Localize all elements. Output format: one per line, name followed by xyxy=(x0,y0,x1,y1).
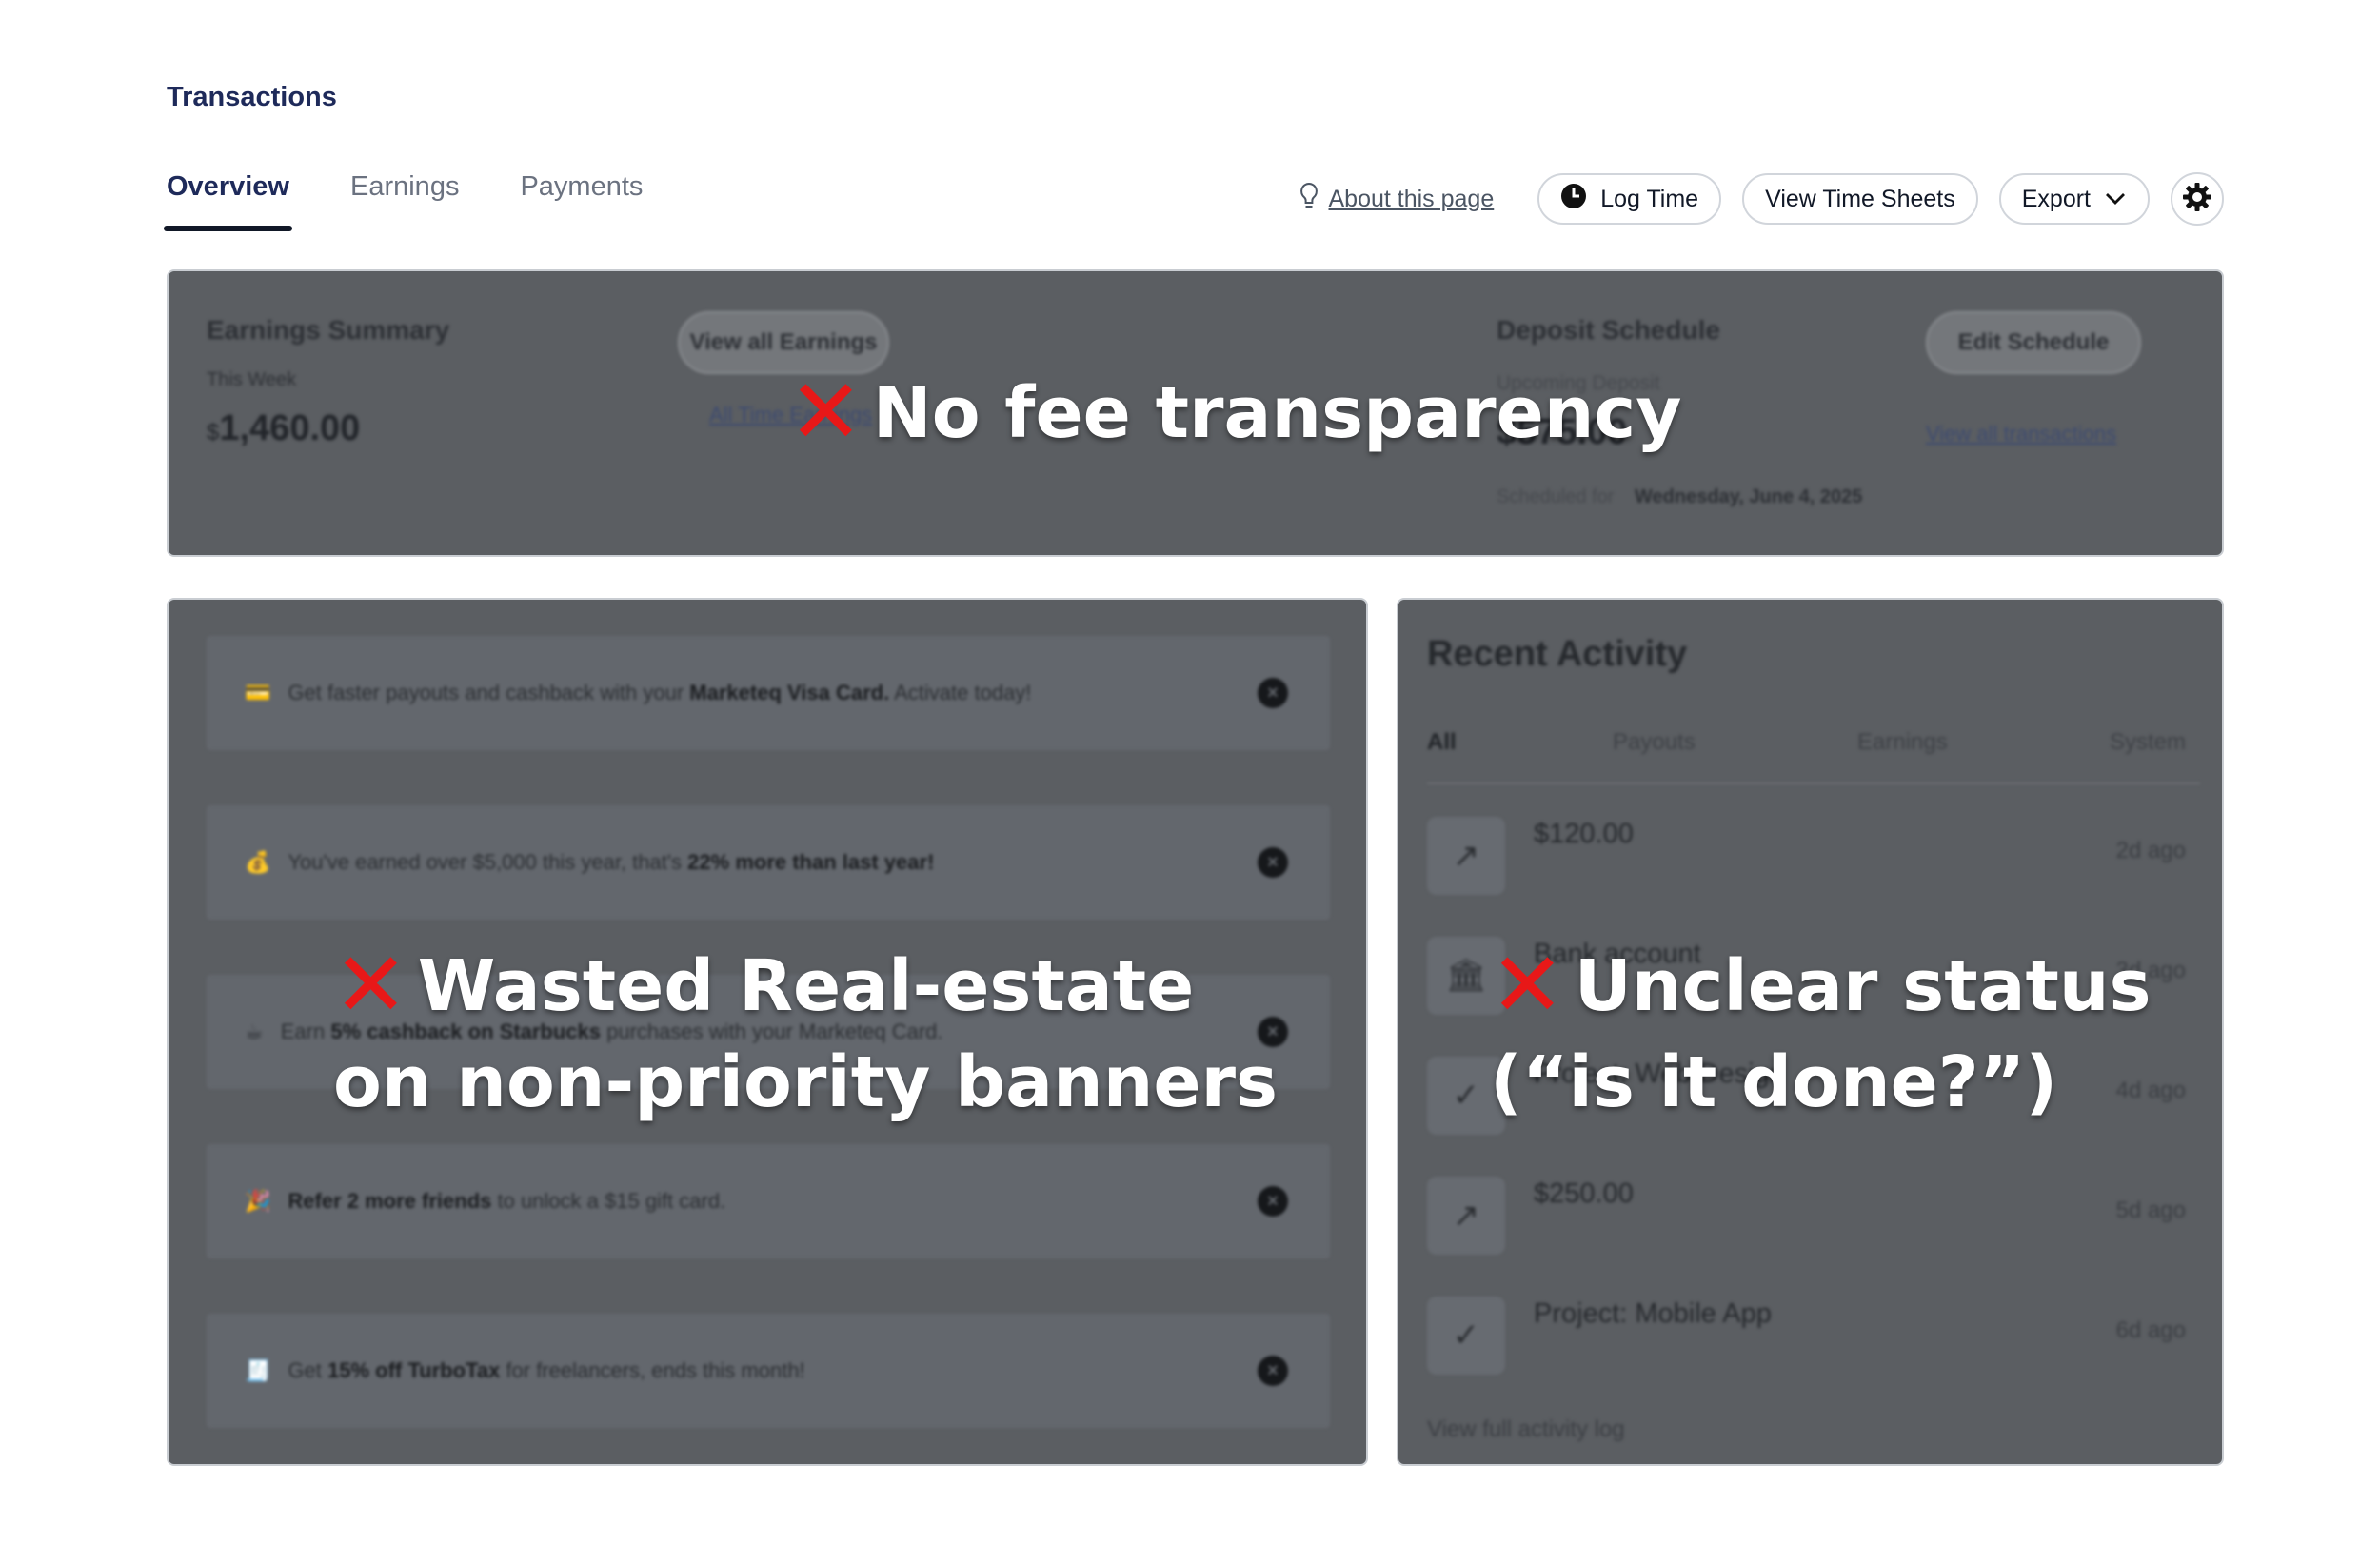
arrow-up-right-icon: ↗ xyxy=(1427,817,1505,895)
banner-text: Refer 2 more friends to unlock a $15 gif… xyxy=(288,1189,725,1214)
about-this-page[interactable]: About this page xyxy=(1299,182,1495,217)
x-mark-icon: ✕ xyxy=(1490,934,1565,1038)
banner-text-post: for freelancers, ends this month! xyxy=(500,1358,805,1382)
activity-item-text: $120.00 xyxy=(1534,819,1634,849)
chevron-down-icon xyxy=(2104,186,2127,213)
check-circle-icon: ✓ xyxy=(1427,1297,1505,1375)
annotation-banners: ✕ Wasted Real-estate on non-priority bann… xyxy=(333,933,1278,1125)
activity-item-text: Project: Mobile App xyxy=(1534,1298,1772,1329)
activity-item[interactable]: ↗ $250.00 5d ago xyxy=(1427,1150,2200,1255)
activity-item[interactable]: ↗ $120.00 2d ago xyxy=(1427,790,2200,895)
about-this-page-link[interactable]: About this page xyxy=(1329,186,1495,213)
annotation-banners-line1: Wasted Real-estate xyxy=(417,945,1195,1027)
banner-text-pre: Get xyxy=(288,1358,327,1382)
banner-text-bold: 22% more than last year! xyxy=(687,850,935,874)
view-full-activity-log-link[interactable]: View full activity log xyxy=(1427,1416,1625,1443)
clock-icon xyxy=(1560,183,1587,216)
banner-emoji-icon: 💳 xyxy=(245,681,271,704)
tab-overview[interactable]: Overview xyxy=(164,171,292,231)
tab-payments[interactable]: Payments xyxy=(520,171,643,224)
activity-tab-divider xyxy=(1427,782,2200,784)
earnings-amount: $1,460.00 xyxy=(207,408,360,449)
lightbulb-icon xyxy=(1299,182,1319,217)
view-all-transactions-link[interactable]: View all transactions xyxy=(1926,422,2116,446)
currency-symbol: $ xyxy=(207,420,220,446)
annotation-fee-text: No fee transparency xyxy=(872,372,1682,454)
log-time-label: Log Time xyxy=(1600,185,1699,212)
activity-item-time: 5d ago xyxy=(2115,1198,2186,1223)
annotation-status-line2: (“is it done?”) xyxy=(1490,1040,2058,1123)
banner-text-post: to unlock a $15 gift card. xyxy=(491,1189,726,1213)
banner-text: You've earned over $5,000 this year, tha… xyxy=(288,850,934,875)
view-time-sheets-button[interactable]: View Time Sheets xyxy=(1742,173,1978,225)
log-time-button[interactable]: Log Time xyxy=(1537,173,1722,225)
promo-banner[interactable]: 🎉 Refer 2 more friends to unlock a $15 gi… xyxy=(207,1144,1330,1258)
arrow-up-right-icon: ↗ xyxy=(1427,1177,1505,1255)
export-label: Export xyxy=(2021,185,2091,212)
promo-banner[interactable]: 💳 Get faster payouts and cashback with yo… xyxy=(207,636,1330,750)
earnings-period: This Week xyxy=(207,369,297,390)
activity-tab-payouts[interactable]: Payouts xyxy=(1613,729,1696,756)
deposit-schedule-title: Deposit Schedule xyxy=(1497,315,1720,345)
banner-text-post: Activate today! xyxy=(889,681,1032,704)
activity-tab-earnings[interactable]: Earnings xyxy=(1857,729,1948,756)
activity-item[interactable]: ✓ Project: Mobile App 6d ago xyxy=(1427,1270,2200,1375)
recent-activity-title: Recent Activity xyxy=(1427,634,1688,674)
activity-tab-all[interactable]: All xyxy=(1427,729,1457,756)
recent-activity-tabs: All Payouts Earnings System xyxy=(1427,729,2200,775)
settings-button[interactable] xyxy=(2171,172,2224,226)
deposit-date: Wednesday, June 4, 2025 xyxy=(1635,486,1863,507)
close-icon[interactable]: × xyxy=(1258,1356,1288,1386)
activity-item-time: 6d ago xyxy=(2115,1317,2186,1343)
page-title: Transactions xyxy=(167,82,337,112)
banner-emoji-icon: 🎉 xyxy=(245,1189,271,1213)
export-button[interactable]: Export xyxy=(1998,173,2150,225)
gear-icon xyxy=(2181,181,2213,218)
annotation-status: ✕ Unclear status (“is it done?”) xyxy=(1490,933,2152,1125)
promo-banner[interactable]: 💰 You've earned over $5,000 this year, th… xyxy=(207,805,1330,920)
tab-bar: Overview Earnings Payments xyxy=(164,171,643,231)
edit-schedule-button[interactable]: Edit Schedule xyxy=(1926,311,2141,374)
close-icon[interactable]: × xyxy=(1258,1186,1288,1217)
banner-emoji-icon: 🧾 xyxy=(245,1358,271,1382)
banner-emoji-icon: ☕ xyxy=(245,1020,264,1043)
deposit-date-label: Scheduled for xyxy=(1497,486,1615,507)
banner-text-bold: Refer 2 more friends xyxy=(288,1189,492,1213)
banner-text-pre: You've earned over $5,000 this year, tha… xyxy=(288,850,688,874)
banner-text: Get faster payouts and cashback with you… xyxy=(288,681,1031,705)
x-mark-icon: ✕ xyxy=(333,934,408,1038)
x-mark-icon: ✕ xyxy=(788,361,863,465)
toolbar: About this page Log Time View Time Sheet… xyxy=(1299,172,2224,226)
view-time-sheets-label: View Time Sheets xyxy=(1765,185,1955,212)
banner-text: Get 15% off TurboTax for freelancers, en… xyxy=(288,1358,804,1383)
promo-banner[interactable]: 🧾 Get 15% off TurboTax for freelancers, e… xyxy=(207,1314,1330,1428)
close-icon[interactable]: × xyxy=(1258,847,1288,878)
annotation-banners-line2: on non-priority banners xyxy=(333,1040,1279,1123)
close-icon[interactable]: × xyxy=(1258,678,1288,708)
activity-tab-system[interactable]: System xyxy=(2110,729,2186,756)
activity-item-text: $250.00 xyxy=(1534,1179,1634,1209)
earnings-summary-title: Earnings Summary xyxy=(207,315,450,345)
banner-text-pre: Get faster payouts and cashback with you… xyxy=(288,681,690,704)
earnings-amount-value: 1,460.00 xyxy=(219,408,361,448)
annotation-fee: ✕ No fee transparency xyxy=(788,360,1682,467)
banner-text-bold: 15% off TurboTax xyxy=(327,1358,501,1382)
annotation-status-line1: Unclear status xyxy=(1574,945,2152,1027)
activity-item-time: 2d ago xyxy=(2115,838,2186,863)
banner-text-pre: Earn xyxy=(280,1020,331,1043)
banner-text-bold: Marketeq Visa Card. xyxy=(689,681,890,704)
tab-earnings[interactable]: Earnings xyxy=(350,171,459,224)
banner-emoji-icon: 💰 xyxy=(245,850,271,874)
